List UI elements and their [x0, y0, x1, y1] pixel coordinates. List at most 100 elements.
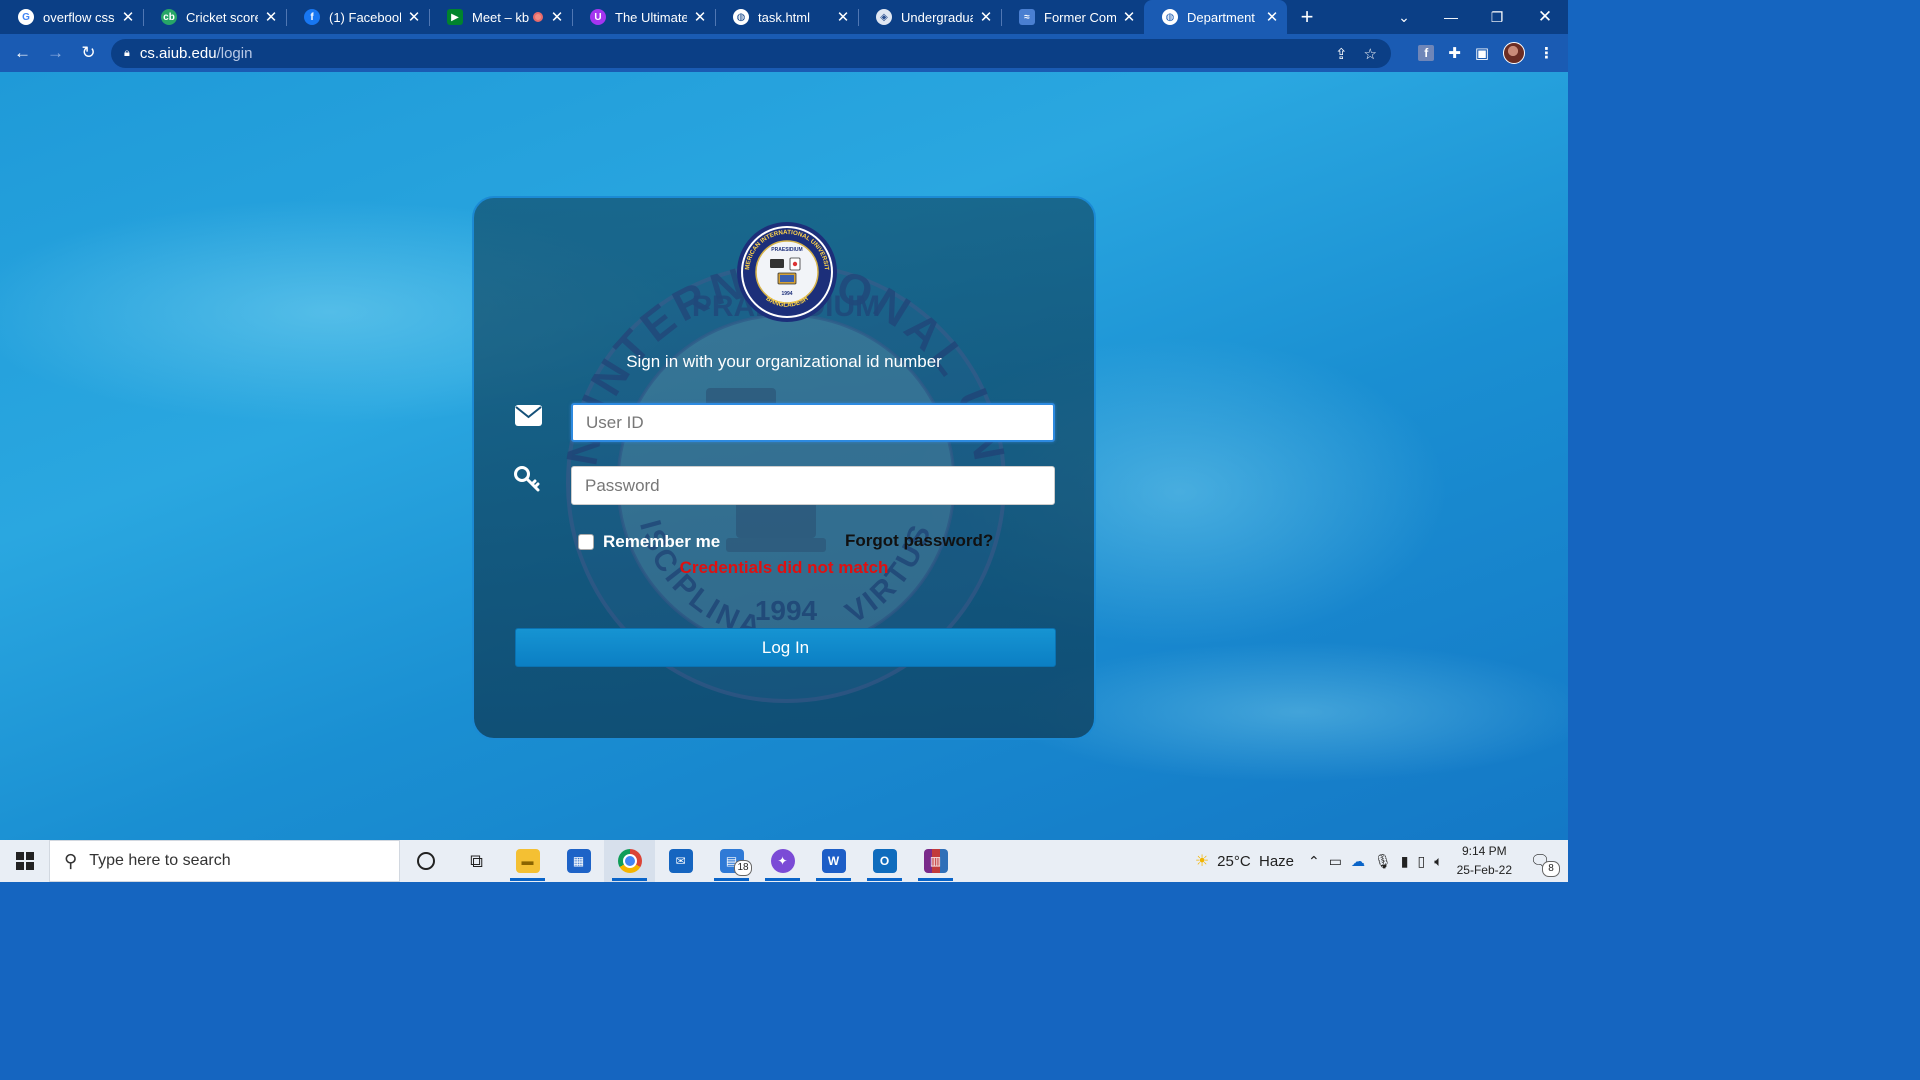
tab-search-chevron-icon[interactable]: ⌄ [1381, 0, 1427, 34]
winrar-icon[interactable]: ▥ [910, 840, 961, 882]
globe-icon: ◍ [1162, 9, 1178, 25]
tab-5[interactable]: ◍ task.html ✕ [715, 0, 858, 34]
onedrive-icon[interactable]: ☁ [1351, 853, 1365, 870]
menu-kebab-icon[interactable]: ⋮ [1539, 44, 1554, 62]
notifications-badge: 8 [1542, 861, 1560, 877]
weather-widget[interactable]: ☀ 25°C Haze [1195, 851, 1294, 871]
share-icon[interactable]: ⇪ [1335, 45, 1348, 63]
login-page: AMERICAN INTERNATIONAL UNIVERSITY PRAESI… [0, 72, 1568, 840]
tab-title: Cricket scorec [186, 9, 258, 25]
lock-icon[interactable]: 🔒︎ [124, 47, 130, 60]
close-icon[interactable]: ✕ [550, 8, 564, 26]
meet-now-icon[interactable]: ▭ [1329, 853, 1342, 870]
cortana-icon[interactable] [400, 840, 451, 882]
bookmark-star-icon[interactable]: ☆ [1364, 45, 1377, 63]
search-placeholder: Type here to search [89, 852, 231, 869]
close-icon[interactable]: ✕ [836, 8, 850, 26]
cricbuzz-icon: cb [161, 9, 177, 25]
windows-taskbar: ⚲ Type here to search ⧉ ▬ ▦ ✉ ▤ 18 ✦ W O… [0, 840, 1568, 882]
word-icon[interactable]: W [808, 840, 859, 882]
close-window-button[interactable]: ✕ [1522, 0, 1568, 34]
login-button[interactable]: Log In [515, 628, 1056, 667]
tab-title: The Ultimate 2 [615, 9, 687, 25]
outlook-icon[interactable]: O [859, 840, 910, 882]
new-tab-button[interactable]: + [1287, 4, 1327, 30]
close-icon[interactable]: ✕ [121, 8, 135, 26]
tab-2[interactable]: f (1) Facebook ✕ [286, 0, 429, 34]
notifications-icon[interactable]: 🗨︎ 8 [1530, 851, 1560, 877]
side-panel-icon[interactable]: ▣ [1475, 44, 1489, 62]
clock[interactable]: 9:14 PM 25-Feb-22 [1457, 842, 1512, 880]
facebook-icon: f [304, 9, 320, 25]
sign-in-subtitle: Sign in with your organizational id numb… [626, 352, 942, 371]
restore-button[interactable]: ❐ [1474, 0, 1520, 34]
google-meet-icon: ▶ [447, 9, 463, 25]
google-icon: G [18, 9, 34, 25]
close-icon[interactable]: ✕ [693, 8, 707, 26]
taskbar-search[interactable]: ⚲ Type here to search [49, 840, 400, 882]
tab-title: Meet – kb [472, 9, 530, 25]
minimize-button[interactable]: — [1428, 0, 1474, 34]
system-tray: ☀ 25°C Haze ⌃ ▭ ☁ 🎙︎ ▮ ▯ 🔈︎ 9:14 PM 25-F… [1195, 840, 1568, 882]
tab-title: overflow css - [43, 9, 115, 25]
globe-icon: ◍ [733, 9, 749, 25]
clock-time: 9:14 PM [1461, 844, 1507, 858]
tab-title: Department o [1187, 9, 1259, 25]
microphone-icon[interactable]: 🎙︎ [1374, 853, 1392, 870]
profile-avatar[interactable] [1503, 42, 1525, 64]
user-id-input[interactable] [571, 403, 1055, 442]
notes-badge: 18 [734, 860, 752, 876]
facebook-extension-icon[interactable]: f [1418, 45, 1435, 61]
volume-icon[interactable]: 🔈︎ [1434, 853, 1442, 870]
extensions-area: f ✚ ▣ ⋮ [1418, 34, 1568, 72]
university-icon: ◈ [876, 9, 892, 25]
forward-button[interactable]: → [39, 34, 72, 72]
start-button[interactable] [0, 840, 49, 882]
recording-icon [533, 12, 544, 22]
forgot-password-link[interactable]: Forgot password? [845, 531, 993, 551]
chevron-up-icon[interactable]: ⌃ [1308, 853, 1320, 870]
close-icon[interactable]: ✕ [979, 8, 993, 26]
university-logo: AMERICAN INTERNATIONAL UNIVERSITY BANGLA… [736, 221, 837, 322]
tab-1[interactable]: cb Cricket scorec ✕ [143, 0, 286, 34]
error-message: Credentials did not match [679, 558, 889, 577]
notes-icon[interactable]: ▤ 18 [706, 840, 757, 882]
task-view-icon[interactable]: ⧉ [451, 840, 502, 882]
udemy-icon: U [590, 9, 606, 25]
envelope-icon [515, 405, 542, 426]
tab-4[interactable]: U The Ultimate 2 ✕ [572, 0, 715, 34]
mail-icon[interactable]: ✉ [655, 840, 706, 882]
remember-me[interactable]: Remember me [578, 532, 720, 552]
logo-year: 1994 [781, 291, 792, 297]
tab-8-active[interactable]: ◍ Department o ✕ [1144, 0, 1287, 34]
sun-haze-icon: ☀ [1194, 853, 1210, 870]
close-icon[interactable]: ✕ [1265, 8, 1279, 26]
tab-7[interactable]: ≈ Former Comm ✕ [1001, 0, 1144, 34]
network-icon[interactable]: ▯ [1418, 853, 1426, 870]
tab-3[interactable]: ▶ Meet – kb ✕ [429, 0, 572, 34]
tab-strip: G overflow css - ✕ cb Cricket scorec ✕ f… [0, 0, 1568, 34]
tab-0[interactable]: G overflow css - ✕ [0, 0, 143, 34]
reload-button[interactable]: ↻ [72, 34, 105, 72]
microsoft-store-icon[interactable]: ▦ [553, 840, 604, 882]
watermark-year: 1994 [755, 595, 818, 626]
search-icon: ⚲ [64, 850, 78, 871]
tab-title: Undergraduat [901, 9, 973, 25]
site-icon: ≈ [1019, 9, 1035, 25]
messenger-icon[interactable]: ✦ [757, 840, 808, 882]
logo-motto: PRAESIDIUM [771, 247, 802, 253]
close-icon[interactable]: ✕ [264, 8, 278, 26]
file-explorer-icon[interactable]: ▬ [502, 840, 553, 882]
remember-me-checkbox[interactable] [578, 534, 594, 550]
close-icon[interactable]: ✕ [1122, 8, 1136, 26]
chrome-icon[interactable] [604, 840, 655, 882]
battery-icon[interactable]: ▮ [1401, 853, 1409, 870]
back-button[interactable]: ← [6, 34, 39, 72]
windows-logo-icon [15, 852, 34, 870]
address-bar[interactable]: 🔒︎ cs.aiub.edu/login ⇪ ☆ [111, 39, 1391, 68]
tab-6[interactable]: ◈ Undergraduat ✕ [858, 0, 1001, 34]
password-input[interactable] [571, 466, 1055, 505]
close-icon[interactable]: ✕ [407, 8, 421, 26]
extensions-puzzle-icon[interactable]: ✚ [1448, 44, 1461, 62]
tab-title: Former Comm [1044, 9, 1116, 25]
